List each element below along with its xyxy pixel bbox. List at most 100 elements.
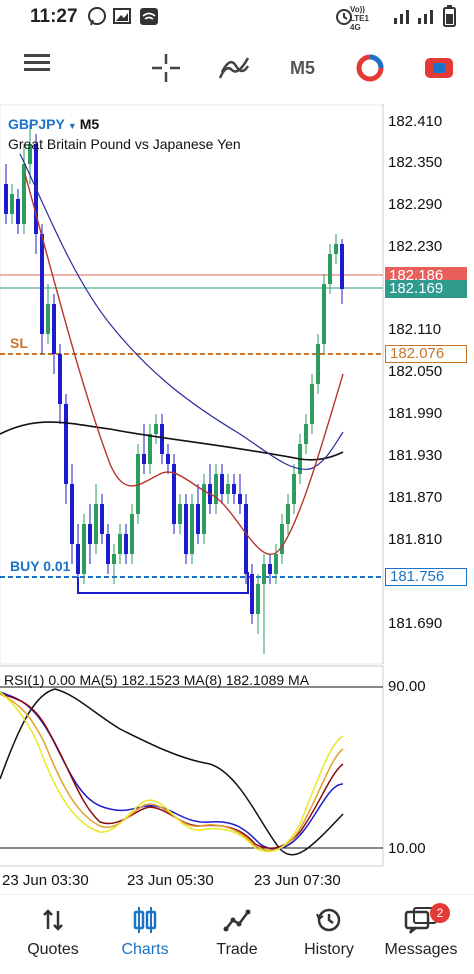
candle-body	[70, 484, 74, 544]
price-tick: 181.870	[388, 489, 443, 506]
candle-body	[214, 474, 218, 504]
price-tick: 181.930	[388, 447, 443, 464]
candle-body	[76, 544, 80, 574]
candle-body	[250, 574, 254, 614]
nav-messages-label: Messages	[384, 941, 458, 958]
candle-body	[142, 454, 146, 464]
time-tick: 23 Jun 05:30	[127, 872, 214, 889]
indicators-icon[interactable]	[218, 54, 250, 87]
position-connector	[77, 572, 249, 594]
candle-body	[40, 234, 44, 334]
candle-body	[340, 244, 344, 289]
price-tick: 182.050	[388, 363, 443, 380]
candle-body	[112, 554, 116, 564]
candle-body	[220, 474, 224, 494]
price-axis: 182.410 182.350 182.290 182.230 182.110 …	[383, 104, 474, 664]
candle-body	[196, 504, 200, 534]
messages-badge: 2	[430, 903, 450, 923]
candle-body	[16, 199, 20, 224]
ask-price-tag: 182.169	[385, 280, 467, 298]
candle-body	[94, 504, 98, 544]
symbol-header[interactable]: GBPJPY ▼ M5	[8, 116, 99, 132]
candle-body	[286, 504, 290, 524]
rsi-blue-line	[0, 691, 344, 850]
symbol-name[interactable]: GBPJPY	[8, 116, 65, 132]
candle-body	[58, 354, 62, 404]
nav-charts[interactable]: Charts	[98, 903, 192, 959]
status-time: 11:27	[30, 6, 78, 27]
alarm-icon	[336, 9, 352, 25]
candle-body	[88, 524, 92, 544]
price-tick: 182.230	[388, 238, 443, 255]
nav-charts-label: Charts	[121, 941, 169, 958]
candle-body	[106, 534, 110, 564]
price-tick: 182.350	[388, 154, 443, 171]
ma-black-line	[0, 421, 344, 461]
nav-messages[interactable]: 2 Messages	[374, 903, 468, 959]
whatsapp-icon	[88, 7, 106, 26]
sl-line-label: SL	[10, 335, 28, 351]
price-tick: 182.290	[388, 196, 443, 213]
ma-blue-line	[19, 153, 344, 470]
time-tick: 23 Jun 03:30	[2, 872, 89, 889]
candle-body	[226, 484, 230, 494]
price-tick: 182.410	[388, 113, 443, 130]
nav-history-label: History	[304, 941, 354, 958]
candle-body	[328, 254, 332, 284]
candle-body	[22, 164, 26, 224]
chart-area[interactable]: GBPJPY ▼ M5 Great Britain Pound vs Japanes…	[0, 104, 474, 894]
candle-body	[178, 504, 182, 524]
status-notification-icons	[88, 6, 166, 33]
nav-quotes-label: Quotes	[27, 941, 79, 958]
candle-body	[244, 504, 248, 574]
nav-history[interactable]: History	[282, 903, 376, 959]
history-icon	[282, 903, 376, 937]
nav-trade-label: Trade	[216, 941, 258, 958]
candle-body	[46, 304, 50, 334]
buy-price-tag[interactable]: 181.756	[385, 568, 467, 586]
candle-body	[82, 524, 86, 574]
price-tick: 181.690	[388, 615, 443, 632]
rsi-yellow-line	[0, 691, 344, 853]
candle-body	[124, 534, 128, 554]
status-system-icons	[334, 4, 462, 33]
candle-body	[310, 384, 314, 424]
nav-trade[interactable]: Trade	[190, 903, 284, 959]
status-bar: 11:27 Vo)) LTE1 4G	[0, 0, 474, 34]
quotes-icon	[6, 903, 100, 937]
candle-body	[100, 504, 104, 534]
candle-body	[154, 424, 158, 434]
candle-body	[280, 524, 284, 554]
candle-body	[190, 504, 194, 554]
trade-icon[interactable]	[424, 56, 454, 85]
battery-icon	[443, 5, 456, 27]
sl-price-tag[interactable]: 182.076	[385, 345, 467, 363]
timeframe-button[interactable]: M5	[290, 58, 315, 79]
candle-body	[118, 534, 122, 554]
candle-body	[334, 244, 338, 254]
menu-icon[interactable]	[24, 52, 50, 79]
candle-body	[184, 504, 188, 554]
price-tick: 181.810	[388, 531, 443, 548]
rsi-pane	[0, 686, 383, 856]
time-tick: 23 Jun 07:30	[254, 872, 341, 889]
candle-body	[4, 184, 8, 214]
candle-body	[148, 434, 152, 464]
objects-icon[interactable]	[356, 54, 384, 87]
rsi-orange-line	[0, 693, 344, 851]
crosshair-icon[interactable]	[152, 54, 180, 87]
image-icon	[113, 8, 131, 24]
symbol-dropdown-icon[interactable]: ▼	[68, 121, 77, 131]
candle-body	[322, 284, 326, 344]
candle-body	[64, 404, 68, 484]
rsi-header: RSI(1) 0.00 MA(5) 182.1523 MA(8) 182.108…	[4, 672, 310, 688]
candle-body	[262, 564, 266, 584]
candle-body	[274, 554, 278, 574]
candle-body	[130, 514, 134, 554]
chart-toolbar: M5	[0, 34, 474, 102]
candle-body	[256, 584, 260, 614]
rsi-level-low: 10.00	[388, 840, 426, 857]
trade-icon	[190, 903, 284, 937]
nav-quotes[interactable]: Quotes	[6, 903, 100, 959]
symbol-timeframe: M5	[79, 116, 100, 132]
